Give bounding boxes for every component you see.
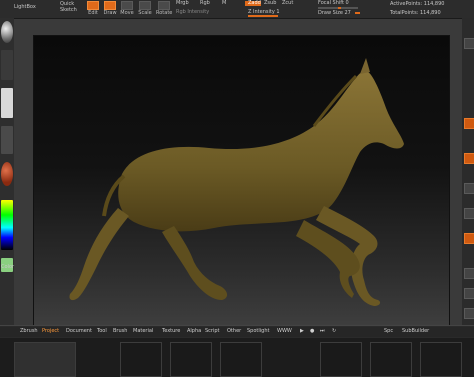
active-points: ActivePoints: 114,890 [390, 1, 445, 7]
alpha-icon[interactable] [1, 88, 13, 118]
focal-shift-fill [338, 7, 341, 9]
right-shelf [462, 18, 474, 340]
color-picker-icon[interactable] [1, 200, 13, 250]
left-shelf: Color [0, 18, 14, 340]
edit-button[interactable]: Edit [86, 1, 100, 17]
move-view-button[interactable] [464, 268, 474, 279]
loop-icon[interactable]: ↻ [332, 328, 336, 334]
zsub-button[interactable]: Zsub [264, 0, 276, 6]
zadd-label: Zadd [248, 0, 261, 6]
menu-spotlight[interactable]: Spotlight [247, 328, 269, 334]
thumbnail-3[interactable] [170, 342, 212, 377]
menu-material[interactable]: Material [133, 328, 153, 334]
scale-icon [139, 1, 151, 10]
thumbnail-6[interactable] [370, 342, 412, 377]
horse-hind-leg-right [162, 226, 228, 300]
play-icon[interactable]: ▶ [300, 328, 304, 334]
menu-zbrush[interactable]: Zbrush [20, 328, 38, 334]
sphere-brush-icon[interactable] [1, 21, 13, 43]
quick-sketch-button[interactable]: Quick Sketch [60, 1, 80, 13]
menu-script[interactable]: Script [205, 328, 220, 334]
edit-icon [87, 1, 99, 10]
thumbnail-2[interactable] [120, 342, 162, 377]
menu-other[interactable]: Other [227, 328, 241, 334]
lightbox-button[interactable]: LightBox [14, 4, 36, 10]
horse-body [118, 71, 405, 232]
z-intensity-fill [248, 15, 278, 17]
spc-button[interactable]: Spc [384, 328, 393, 334]
stroke-icon[interactable] [1, 50, 13, 80]
rgb-button[interactable]: Rgb [200, 0, 210, 6]
persp-button[interactable] [464, 118, 474, 129]
mrgb-button[interactable]: Mrgb [176, 0, 189, 6]
scale-button[interactable]: Scale [138, 1, 152, 17]
draw-icon [104, 1, 116, 10]
move-icon [121, 1, 133, 10]
local-button[interactable] [464, 183, 474, 194]
rotate-button[interactable]: Rotate [156, 1, 172, 17]
menu-texture[interactable]: Texture [162, 328, 180, 334]
thumbnail-5[interactable] [320, 342, 362, 377]
record-icon[interactable]: ● [310, 328, 314, 334]
thumbnail-1[interactable] [14, 342, 76, 377]
draw-size-slider[interactable]: Draw Size 27 [318, 10, 351, 16]
material-icon[interactable] [1, 162, 13, 186]
rgb-intensity-slider[interactable]: Rgb Intensity [176, 9, 209, 15]
menu-tool[interactable]: Tool [97, 328, 107, 334]
horse-model[interactable] [34, 36, 449, 326]
skip-icon[interactable]: ⏭ [320, 328, 325, 334]
scale-view-button[interactable] [464, 288, 474, 299]
menu-bar: Zbrush Project Document Tool Brush Mater… [0, 327, 474, 337]
zcut-button[interactable]: Zcut [282, 0, 293, 6]
horse-ear [360, 58, 370, 74]
xyz-button[interactable] [464, 208, 474, 219]
menu-project[interactable]: Project [42, 328, 59, 334]
m-button[interactable]: M [222, 0, 226, 6]
thumbnail-4[interactable] [220, 342, 262, 377]
draw-button[interactable]: Draw [103, 1, 117, 17]
subbuilder-button[interactable]: SubBuilder [402, 328, 429, 334]
focal-shift-slider[interactable]: Focal Shift 0 [318, 0, 349, 6]
footer-panel [0, 338, 474, 377]
color-label: Color [1, 264, 15, 270]
menu-alpha[interactable]: Alpha [187, 328, 201, 334]
total-points: TotalPoints: 114,890 [390, 10, 441, 16]
rotate-icon [157, 1, 170, 10]
horse-hind-leg-left [69, 208, 129, 301]
move-button[interactable]: Move [120, 1, 134, 17]
menu-www[interactable]: WWW [277, 328, 292, 334]
bpr-button[interactable] [464, 38, 474, 49]
frame-button[interactable] [464, 233, 474, 244]
document-canvas[interactable] [33, 35, 450, 327]
menu-brush[interactable]: Brush [113, 328, 127, 334]
rotate-view-button[interactable] [464, 308, 474, 319]
menu-document[interactable]: Document [66, 328, 92, 334]
draw-size-fill [355, 12, 360, 14]
top-toolbar: LightBox Quick Sketch Edit Draw Move Sca… [0, 0, 474, 19]
texture-icon[interactable] [1, 126, 13, 154]
thumbnail-7[interactable] [420, 342, 462, 377]
floor-button[interactable] [464, 153, 474, 164]
